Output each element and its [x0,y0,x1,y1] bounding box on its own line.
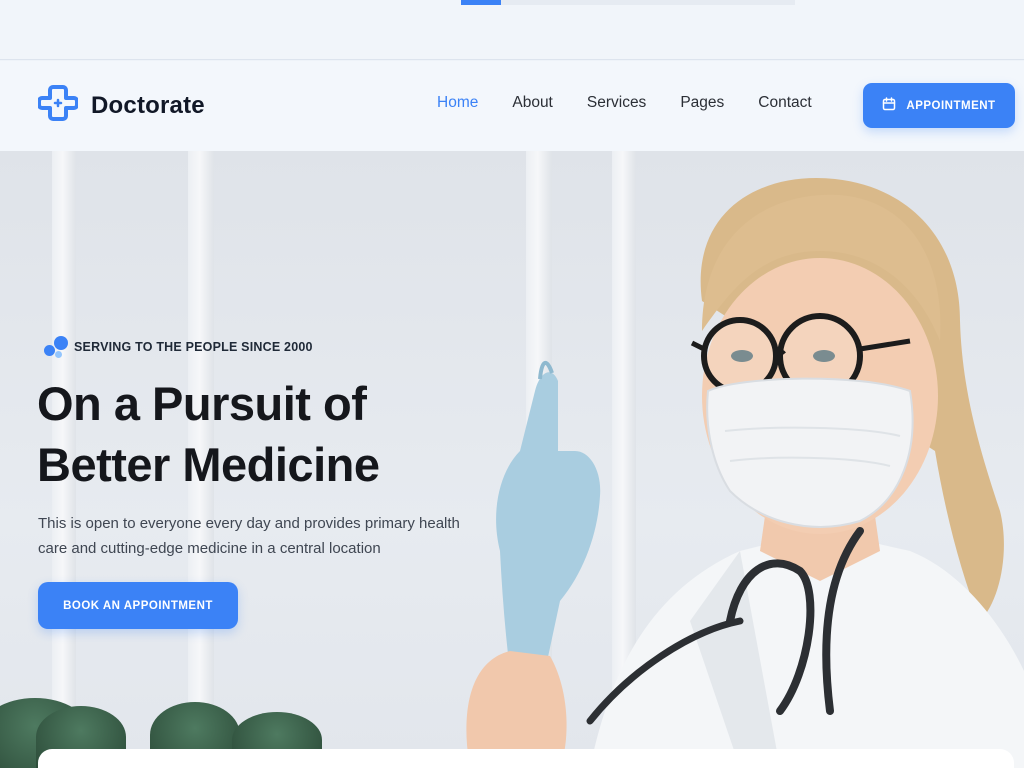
nav-item-pages[interactable]: Pages [680,94,724,112]
book-appointment-button[interactable]: BOOK AN APPOINTMENT [38,582,238,629]
nav-item-services[interactable]: Services [587,94,646,112]
nav-item-about[interactable]: About [512,94,553,112]
calendar-icon [882,97,906,114]
slider-progress-bar [461,0,502,5]
brand-name: Doctorate [91,91,205,119]
nav-item-home[interactable]: Home [437,94,478,112]
logo[interactable]: Doctorate [37,83,205,128]
hero-description: This is open to everyone every day and p… [38,515,460,557]
hero-headline: On a Pursuit of Better Medicine [37,373,497,495]
dots-icon [41,334,69,360]
doctor-photo [466,178,1024,768]
main-menu: Home About Services Pages Contact [437,94,846,112]
info-card [38,749,1014,768]
header-navbar: Doctorate Home About Services Pages Cont… [0,61,1024,151]
appointment-button[interactable]: APPOINTMENT [863,83,1015,128]
medical-cross-icon [37,83,79,128]
tagline-text: SERVING TO THE PEOPLE SINCE 2000 [74,340,313,354]
top-strip [0,0,1024,60]
headline-line-2: Better Medicine [37,438,380,491]
hero-tagline: SERVING TO THE PEOPLE SINCE 2000 [41,334,313,360]
headline-line-1: On a Pursuit of [37,377,367,430]
appointment-button-label: APPOINTMENT [906,99,996,112]
hero-section: SERVING TO THE PEOPLE SINCE 2000 On a Pu… [0,151,1024,768]
nav-item-contact[interactable]: Contact [758,94,811,112]
slider-progress-track [461,0,795,5]
